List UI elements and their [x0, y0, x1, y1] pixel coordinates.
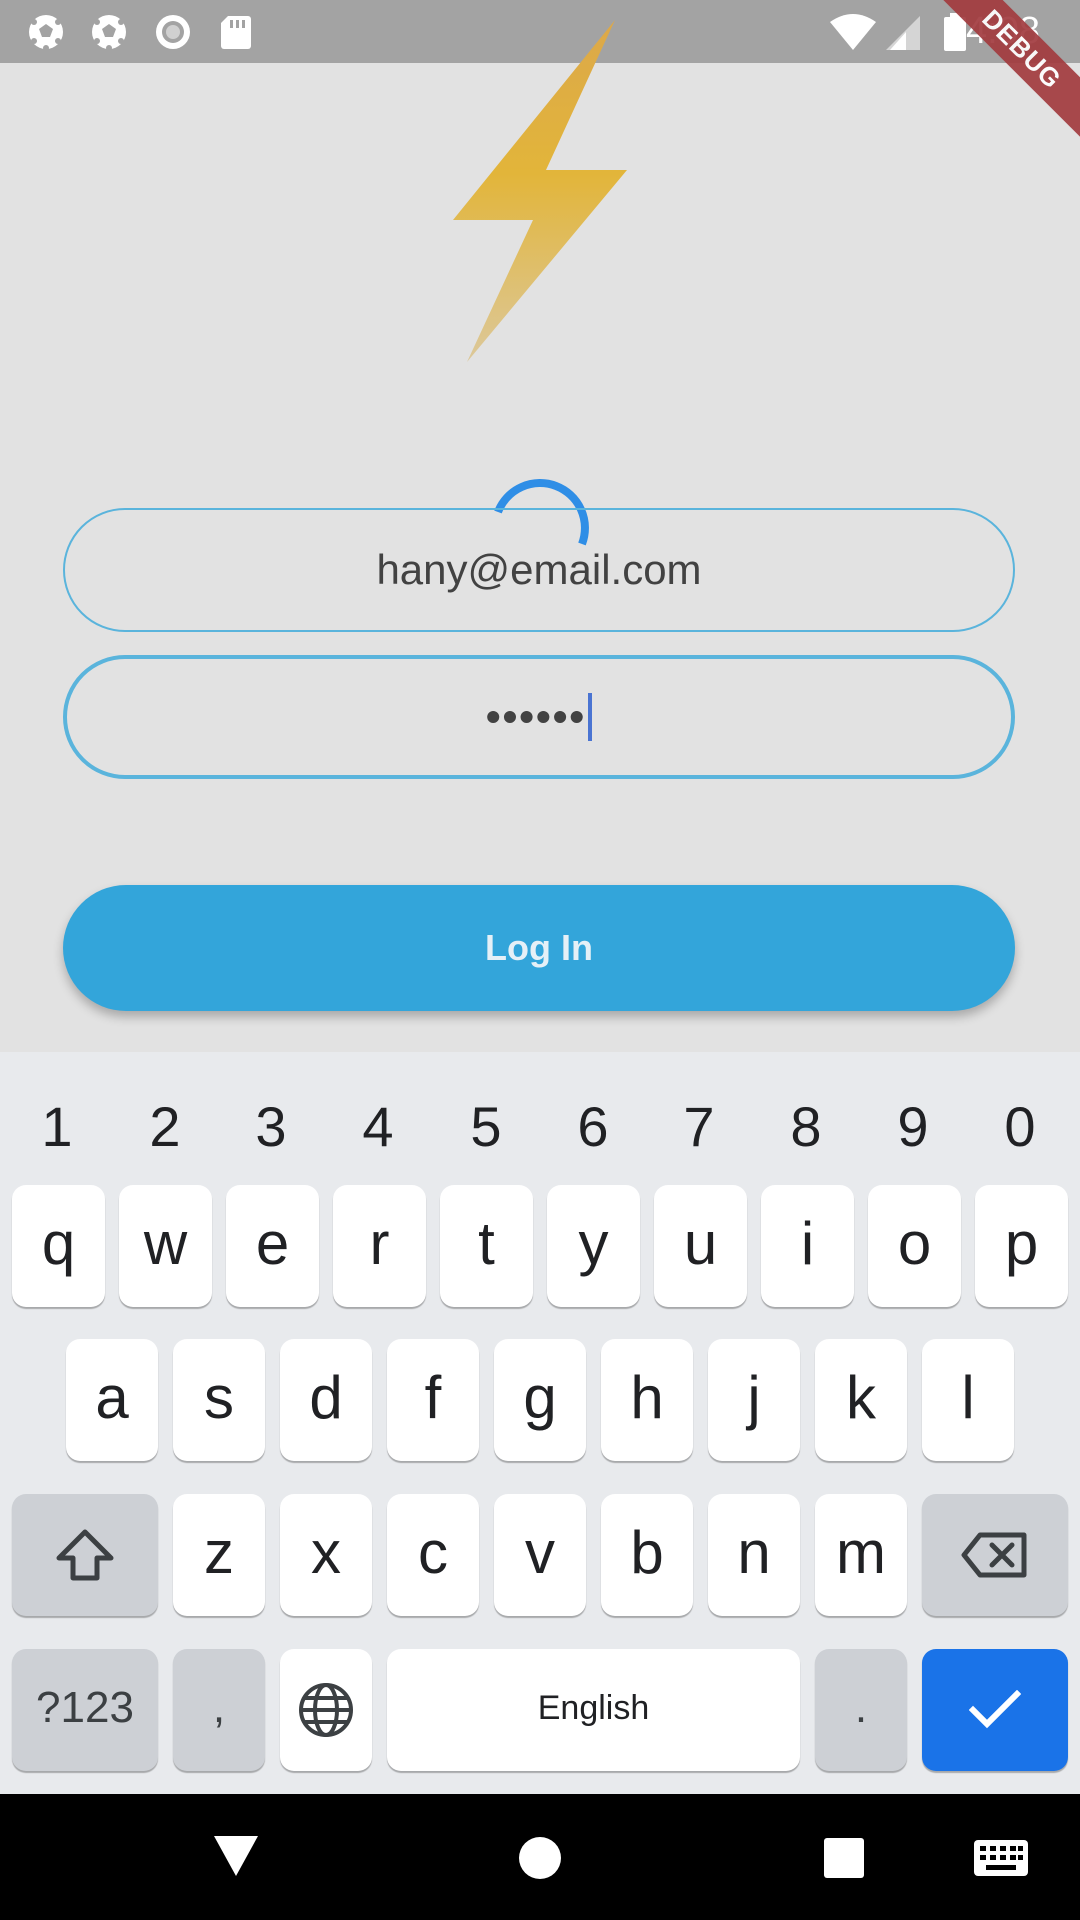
- key-y[interactable]: y: [547, 1185, 640, 1307]
- password-value: ••••••: [485, 693, 587, 740]
- key-e[interactable]: e: [226, 1185, 319, 1307]
- cellular-signal-icon: [886, 16, 920, 50]
- number-row: 1 2 3 4 5 6 7 8 9 0: [0, 1082, 1080, 1172]
- soft-keyboard: 1 2 3 4 5 6 7 8 9 0 q w e r t y u i o p …: [0, 1052, 1080, 1794]
- key-g[interactable]: g: [494, 1339, 586, 1461]
- key-n[interactable]: n: [708, 1494, 800, 1616]
- key-z[interactable]: z: [173, 1494, 265, 1616]
- key-q[interactable]: q: [12, 1185, 105, 1307]
- shift-key[interactable]: [12, 1494, 158, 1616]
- key-2[interactable]: 2: [125, 1082, 205, 1172]
- backspace-key[interactable]: [922, 1494, 1068, 1616]
- keyboard-icon[interactable]: [974, 1840, 1028, 1876]
- home-circle-icon[interactable]: [518, 1836, 562, 1880]
- key-3[interactable]: 3: [231, 1082, 311, 1172]
- key-s[interactable]: s: [173, 1339, 265, 1461]
- key-f[interactable]: f: [387, 1339, 479, 1461]
- key-a[interactable]: a: [66, 1339, 158, 1461]
- key-4[interactable]: 4: [338, 1082, 418, 1172]
- key-6[interactable]: 6: [553, 1082, 633, 1172]
- key-7[interactable]: 7: [659, 1082, 739, 1172]
- email-field[interactable]: hany@email.com: [63, 508, 1015, 632]
- soccer-ball-icon: [29, 15, 63, 51]
- key-k[interactable]: k: [815, 1339, 907, 1461]
- symbols-key[interactable]: ?123: [12, 1649, 158, 1771]
- sd-card-icon: [221, 16, 251, 49]
- navigation-bar: [0, 1794, 1080, 1920]
- key-8[interactable]: 8: [766, 1082, 846, 1172]
- shift-icon: [56, 1529, 114, 1581]
- key-v[interactable]: v: [494, 1494, 586, 1616]
- key-1[interactable]: 1: [17, 1082, 97, 1172]
- space-bar[interactable]: English: [387, 1649, 800, 1771]
- back-triangle-icon[interactable]: [214, 1836, 258, 1878]
- key-d[interactable]: d: [280, 1339, 372, 1461]
- key-l[interactable]: l: [922, 1339, 1014, 1461]
- key-0[interactable]: 0: [980, 1082, 1060, 1172]
- recents-square-icon[interactable]: [824, 1838, 864, 1878]
- key-5[interactable]: 5: [446, 1082, 526, 1172]
- text-cursor: [588, 692, 593, 741]
- language-key[interactable]: [280, 1649, 372, 1771]
- key-b[interactable]: b: [601, 1494, 693, 1616]
- key-x[interactable]: x: [280, 1494, 372, 1616]
- password-field[interactable]: ••••••: [63, 655, 1015, 779]
- login-button[interactable]: Log In: [63, 885, 1015, 1011]
- key-i[interactable]: i: [761, 1185, 854, 1307]
- key-h[interactable]: h: [601, 1339, 693, 1461]
- wifi-icon: [830, 14, 876, 50]
- key-u[interactable]: u: [654, 1185, 747, 1307]
- key-t[interactable]: t: [440, 1185, 533, 1307]
- backspace-icon: [961, 1532, 1027, 1578]
- key-j[interactable]: j: [708, 1339, 800, 1461]
- comma-key[interactable]: ,: [173, 1649, 265, 1771]
- key-w[interactable]: w: [119, 1185, 212, 1307]
- enter-key[interactable]: [922, 1649, 1068, 1771]
- checkmark-icon: [969, 1690, 1021, 1729]
- key-m[interactable]: m: [815, 1494, 907, 1616]
- key-9[interactable]: 9: [873, 1082, 953, 1172]
- circle-notification-icon: [156, 15, 190, 49]
- key-r[interactable]: r: [333, 1185, 426, 1307]
- key-c[interactable]: c: [387, 1494, 479, 1616]
- period-key[interactable]: .: [815, 1649, 907, 1771]
- key-p[interactable]: p: [975, 1185, 1068, 1307]
- globe-icon: [299, 1683, 353, 1737]
- lightning-bolt-icon: [453, 20, 627, 362]
- key-o[interactable]: o: [868, 1185, 961, 1307]
- email-value: hany@email.com: [376, 546, 702, 593]
- soccer-ball-icon: [92, 15, 126, 51]
